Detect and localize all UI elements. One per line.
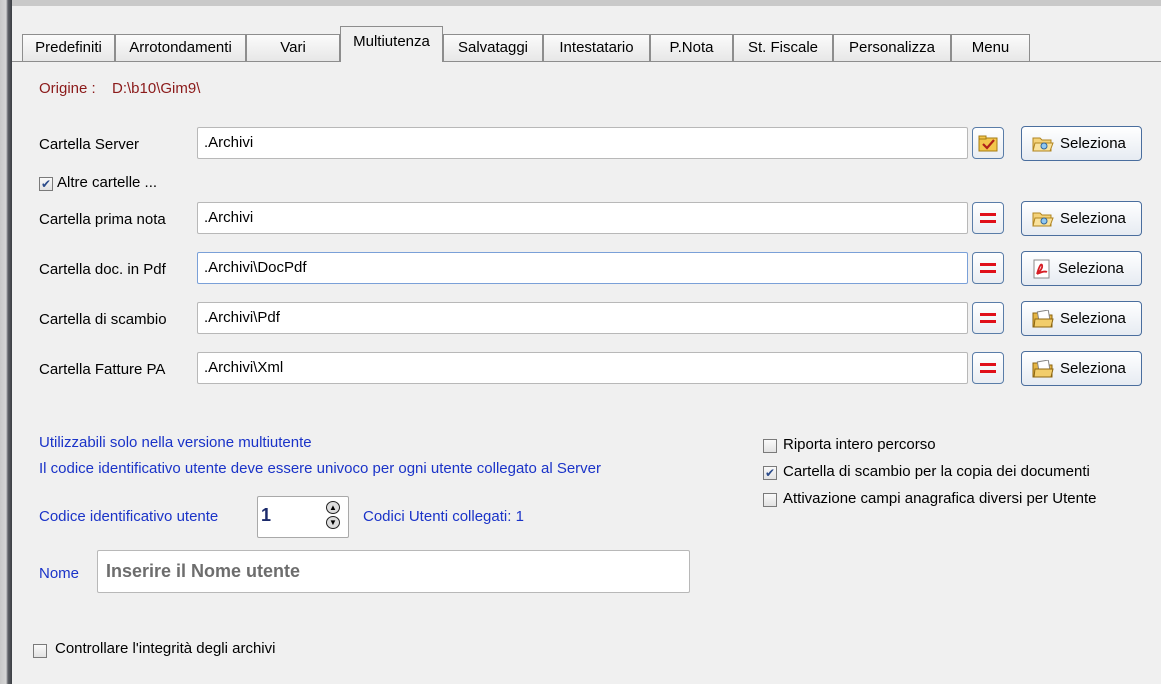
folder-exchange-icon [1032, 359, 1054, 377]
option-label-campi-anagrafica: Attivazione campi anagrafica diversi per… [783, 490, 1097, 507]
equal-button-fatture-pa[interactable] [972, 352, 1004, 384]
multiuser-info-line1: Utilizzabili solo nella versione multiut… [39, 434, 312, 451]
folder-label-prima-nota: Cartella prima nota [39, 211, 166, 228]
tab-vari[interactable]: Vari [246, 34, 340, 61]
equal-icon [980, 263, 996, 273]
equal-button-prima-nota[interactable] [972, 202, 1004, 234]
folder-field-scambio[interactable]: .Archivi\Pdf [197, 302, 968, 334]
option-checkbox-riporta[interactable] [763, 439, 777, 453]
select-button-doc-pdf[interactable]: Seleziona [1021, 251, 1142, 286]
server-select-button[interactable]: Seleziona [1021, 126, 1142, 161]
multiuser-info-line2: Il codice identificativo utente deve ess… [39, 460, 602, 477]
tab-personalizza[interactable]: Personalizza [833, 34, 951, 61]
folder-open-icon [1032, 212, 1054, 226]
equal-icon [980, 313, 996, 323]
name-label: Nome [39, 565, 80, 582]
equal-icon [980, 363, 996, 373]
tab-st-fiscale[interactable]: St. Fiscale [733, 34, 833, 61]
tab-predefiniti[interactable]: Predefiniti [22, 34, 115, 61]
tab-arrotondamenti[interactable]: Arrotondamenti [115, 34, 246, 61]
server-folder-label: Cartella Server [39, 136, 140, 153]
user-code-label: Codice identificativo utente [39, 508, 219, 525]
user-code-value: 1 [261, 505, 272, 525]
folder-label-doc-pdf: Cartella doc. in Pdf [39, 261, 166, 278]
option-label-scambio-copia: Cartella di scambio per la copia dei doc… [783, 463, 1090, 480]
folder-check-icon [978, 135, 998, 152]
window-top-border [0, 0, 1161, 6]
altre-cartelle-checkbox[interactable]: ✔ [39, 177, 53, 191]
select-button-fatture-pa[interactable]: Seleziona [1021, 351, 1142, 386]
integrity-checkbox[interactable] [33, 644, 47, 658]
select-label: Seleziona [1060, 210, 1126, 227]
select-label: Seleziona [1060, 360, 1126, 377]
tab-menu[interactable]: Menu [951, 34, 1030, 61]
folder-exchange-icon [1032, 309, 1054, 327]
equal-icon [980, 213, 996, 223]
origin-label: Origine : [39, 80, 96, 97]
tab-salvataggi[interactable]: Salvataggi [443, 34, 543, 61]
equal-button-scambio[interactable] [972, 302, 1004, 334]
pdf-icon [1033, 259, 1050, 278]
altre-cartelle-label: Altre cartelle ... [57, 174, 158, 191]
folder-field-fatture-pa[interactable]: .Archivi\Xml [197, 352, 968, 384]
verify-folder-button[interactable] [972, 127, 1004, 159]
window-left-border [0, 0, 12, 684]
select-button-scambio[interactable]: Seleziona [1021, 301, 1142, 336]
equal-button-doc-pdf[interactable] [972, 252, 1004, 284]
tab-pnota[interactable]: P.Nota [650, 34, 733, 61]
integrity-label: Controllare l'integrità degli archivi [55, 640, 276, 657]
select-label: Seleziona [1060, 310, 1126, 327]
select-button-prima-nota[interactable]: Seleziona [1021, 201, 1142, 236]
server-select-label: Seleziona [1060, 135, 1126, 152]
origin-path: D:\b10\Gim9\ [112, 80, 201, 97]
folder-open-icon [1032, 137, 1054, 151]
connected-users-label: Codici Utenti collegati: 1 [363, 508, 524, 525]
folder-field-prima-nota[interactable]: .Archivi [197, 202, 968, 234]
option-checkbox-campi-anagrafica[interactable] [763, 493, 777, 507]
folder-label-scambio: Cartella di scambio [39, 311, 167, 328]
folder-field-doc-pdf[interactable]: .Archivi\DocPdf [197, 252, 968, 284]
folder-label-fatture-pa: Cartella Fatture PA [39, 361, 166, 378]
spinner-buttons[interactable]: ▲ ▼ [326, 501, 342, 531]
select-label: Seleziona [1058, 260, 1124, 277]
tab-intestatario[interactable]: Intestatario [543, 34, 650, 61]
tab-multiutenza[interactable]: Multiutenza [340, 26, 443, 62]
spin-up-icon[interactable]: ▲ [326, 501, 340, 514]
option-label-riporta: Riporta intero percorso [783, 436, 936, 453]
option-checkbox-scambio-copia[interactable]: ✔ [763, 466, 777, 480]
server-folder-field[interactable]: .Archivi [197, 127, 968, 159]
user-name-field[interactable]: Inserire il Nome utente [97, 550, 690, 593]
spin-down-icon[interactable]: ▼ [326, 516, 340, 529]
